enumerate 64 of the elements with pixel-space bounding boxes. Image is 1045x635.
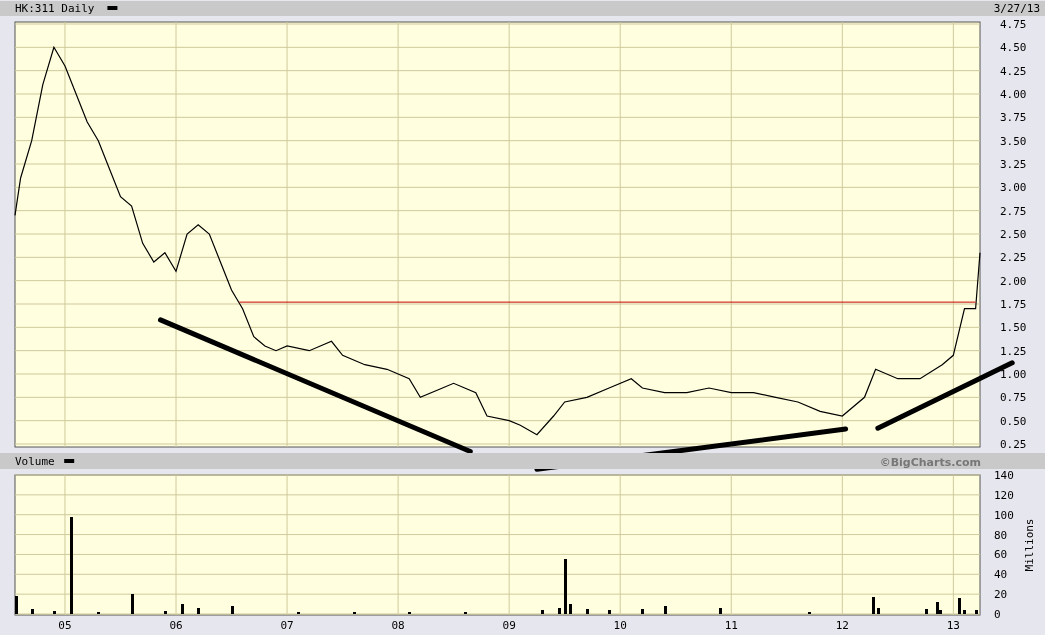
volume-axis-label: 120 — [994, 488, 1014, 502]
date-axis-label: 11 — [724, 619, 738, 632]
volume-axis-title: Millions — [1023, 518, 1036, 572]
price-axis-label: 3.75 — [1000, 111, 1027, 125]
price-axis-label: 0.50 — [1000, 414, 1027, 428]
price-axis-label: 4.00 — [1000, 88, 1027, 101]
volume-bar — [541, 610, 544, 614]
volume-axis-label: 40 — [994, 568, 1008, 582]
chart-date: 3/27/13 — [993, 2, 1040, 15]
price-axis-label: 0.25 — [1000, 438, 1027, 451]
volume-bar — [164, 611, 167, 614]
price-axis-label: 3.50 — [1000, 134, 1027, 148]
volume-bar — [53, 611, 56, 614]
price-axis-label: 4.50 — [1000, 41, 1027, 55]
date-axis-label: 10 — [613, 619, 627, 632]
date-axis-label: 07 — [280, 619, 294, 632]
price-axis-label: 1.75 — [1000, 298, 1027, 311]
price-axis-label: 2.75 — [1000, 204, 1027, 218]
volume-bar — [197, 608, 200, 614]
volume-bar — [664, 606, 667, 614]
volume-axis-label: 140 — [994, 469, 1014, 482]
credit-text: ©BigCharts.com — [879, 456, 981, 469]
volume-title: Volume — [15, 455, 55, 468]
volume-bar — [586, 609, 589, 614]
price-axis-label: 1.00 — [1000, 368, 1027, 381]
volume-bar — [15, 596, 18, 614]
chart-title: HK:311 Daily — [15, 2, 95, 15]
date-axis-label: 09 — [502, 619, 516, 632]
volume-bar — [231, 606, 234, 614]
price-axis-label: 1.25 — [1000, 344, 1027, 358]
price-axis-label: 4.25 — [1000, 64, 1027, 78]
volume-bar — [958, 598, 961, 614]
price-axis-label: 3.25 — [1000, 158, 1027, 171]
volume-bar — [131, 594, 134, 614]
price-axis-label: 3.00 — [1000, 181, 1027, 195]
volume-bar — [564, 559, 567, 614]
volume-axis-label: 100 — [994, 508, 1014, 522]
volume-axis-label: 0 — [994, 608, 1001, 621]
volume-bar — [872, 597, 875, 614]
volume-axis-label: 80 — [994, 528, 1008, 542]
volume-axis-label: 60 — [994, 548, 1008, 562]
volume-bar — [608, 610, 611, 614]
volume-bar — [181, 604, 184, 614]
volume-bar — [569, 604, 572, 614]
price-axis-label: 2.50 — [1000, 228, 1027, 241]
date-axis-label: 08 — [391, 619, 405, 632]
date-axis-label: 06 — [169, 619, 183, 632]
price-axis-label: 1.50 — [1000, 321, 1027, 335]
volume-bar — [641, 609, 644, 614]
price-axis-label: 2.00 — [1000, 274, 1027, 288]
volume-bar — [719, 608, 722, 614]
volume-bar — [963, 610, 966, 614]
price-axis-label: 2.25 — [1000, 251, 1027, 265]
volume-axis-label: 20 — [994, 588, 1008, 602]
volume-bar — [558, 608, 561, 614]
date-axis-label: 12 — [835, 619, 849, 632]
volume-bar — [877, 608, 880, 614]
volume-bar — [31, 609, 34, 614]
date-axis-label: 13 — [946, 619, 960, 632]
price-axis-label: 0.75 — [1000, 391, 1027, 405]
volume-bar — [925, 609, 928, 614]
date-axis-label: 05 — [58, 619, 72, 632]
price-axis-label: 4.75 — [1000, 18, 1027, 31]
volume-bar — [975, 610, 978, 614]
